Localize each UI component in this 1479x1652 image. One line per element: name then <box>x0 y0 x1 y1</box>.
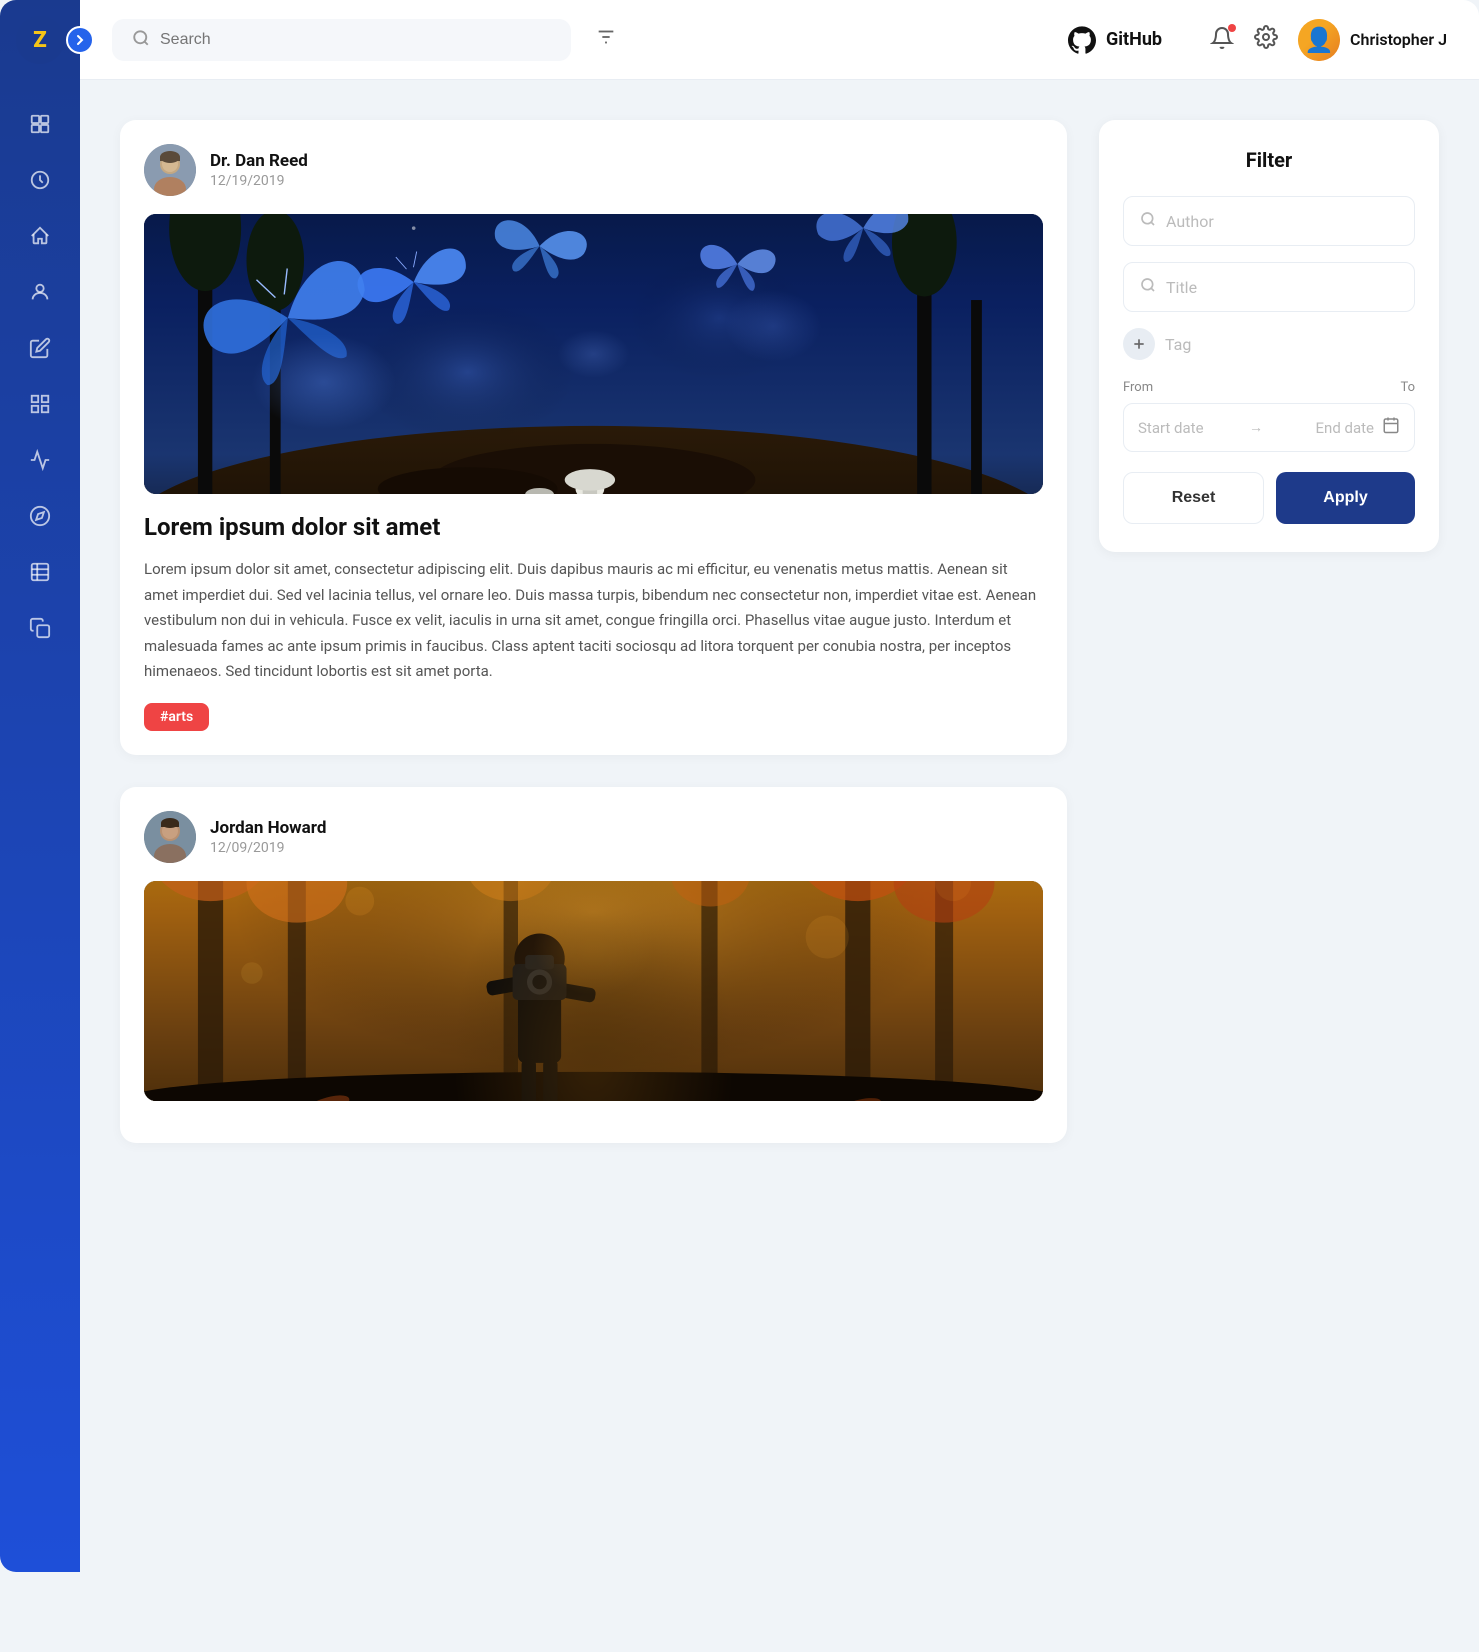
post-card-2: Jordan Howard 12/09/2019 <box>120 787 1067 1143</box>
post-title: Lorem ipsum dolor sit amet <box>144 512 1043 543</box>
post-tag[interactable]: #arts <box>144 703 209 731</box>
tag-placeholder: Tag <box>1165 335 1191 354</box>
post-date: 12/19/2019 <box>210 173 308 189</box>
apply-button[interactable]: Apply <box>1276 472 1415 524</box>
post-author-row: Dr. Dan Reed 12/19/2019 <box>144 144 1043 196</box>
logo-circle: Z <box>16 16 64 64</box>
filter-buttons: Reset Apply <box>1123 472 1415 524</box>
post-author-row-2: Jordan Howard 12/09/2019 <box>144 811 1043 863</box>
post-image <box>144 214 1043 494</box>
post-image-2 <box>144 881 1043 1101</box>
avatar-image <box>1298 19 1340 61</box>
sidebar-item-home[interactable] <box>16 212 64 260</box>
github-brand: GitHub <box>1068 26 1162 54</box>
sidebar-item-compass[interactable] <box>16 492 64 540</box>
calendar-icon[interactable] <box>1382 416 1400 439</box>
to-label: To <box>1273 380 1415 395</box>
filter-icon[interactable] <box>595 26 617 53</box>
user-name: Christopher J <box>1350 30 1447 49</box>
author-name-2: Jordan Howard <box>210 818 326 838</box>
sidebar: Z <box>0 0 80 1572</box>
filter-card: Filter Author Title Tag From <box>1099 120 1439 552</box>
tag-filter-row: Tag <box>1123 328 1415 360</box>
author-name: Dr. Dan Reed <box>210 151 308 171</box>
header: GitHub Christopher J <box>80 0 1479 80</box>
author-filter-field[interactable]: Author <box>1123 196 1415 246</box>
notification-dot <box>1228 24 1236 32</box>
post-body: Lorem ipsum dolor sit amet, consectetur … <box>144 557 1043 685</box>
title-search-icon <box>1140 277 1156 297</box>
search-bar[interactable] <box>112 19 571 61</box>
author-avatar <box>144 144 196 196</box>
settings-icon[interactable] <box>1254 25 1278 55</box>
search-icon <box>132 29 150 51</box>
author-placeholder: Author <box>1166 212 1214 231</box>
sidebar-expand-button[interactable] <box>66 26 94 54</box>
title-filter-field[interactable]: Title <box>1123 262 1415 312</box>
github-label: GitHub <box>1106 29 1162 50</box>
author-avatar-face-2 <box>144 811 196 863</box>
avatar <box>1298 19 1340 61</box>
main-content: Dr. Dan Reed 12/19/2019 <box>80 80 1479 1572</box>
reset-button[interactable]: Reset <box>1123 472 1264 524</box>
sidebar-item-grid[interactable] <box>16 380 64 428</box>
photographer-image <box>144 881 1043 1101</box>
author-search-icon <box>1140 211 1156 231</box>
sidebar-item-nft[interactable] <box>16 100 64 148</box>
from-label: From <box>1123 380 1265 395</box>
sidebar-nav <box>0 100 80 652</box>
date-labels-row: From To <box>1123 380 1415 395</box>
filter-title: Filter <box>1123 148 1415 172</box>
date-range-field[interactable]: Start date → End date <box>1123 403 1415 452</box>
header-right: Christopher J <box>1210 19 1447 61</box>
author-info-2: Jordan Howard 12/09/2019 <box>210 818 326 856</box>
sidebar-item-users[interactable] <box>16 268 64 316</box>
notification-button[interactable] <box>1210 26 1234 54</box>
sidebar-item-dashboard[interactable] <box>16 156 64 204</box>
title-placeholder: Title <box>1166 278 1197 297</box>
author-info: Dr. Dan Reed 12/19/2019 <box>210 151 308 189</box>
sidebar-item-copy[interactable] <box>16 604 64 652</box>
logo-z-letter: Z <box>33 28 46 53</box>
date-arrow-icon: → <box>1249 419 1263 436</box>
sidebar-item-chart[interactable] <box>16 436 64 484</box>
user-info[interactable]: Christopher J <box>1298 19 1447 61</box>
posts-feed: Dr. Dan Reed 12/19/2019 <box>120 120 1067 1532</box>
post-card: Dr. Dan Reed 12/19/2019 <box>120 120 1067 755</box>
butterfly-image <box>144 214 1043 494</box>
author-avatar-2 <box>144 811 196 863</box>
end-date-placeholder: End date <box>1271 419 1374 437</box>
search-input[interactable] <box>160 31 551 49</box>
post-date-2: 12/09/2019 <box>210 840 326 856</box>
sidebar-item-table[interactable] <box>16 548 64 596</box>
start-date-placeholder: Start date <box>1138 419 1241 437</box>
author-avatar-face <box>144 144 196 196</box>
add-tag-button[interactable] <box>1123 328 1155 360</box>
filter-panel: Filter Author Title Tag From <box>1099 120 1439 1532</box>
sidebar-logo: Z <box>0 0 80 80</box>
sidebar-item-edit[interactable] <box>16 324 64 372</box>
